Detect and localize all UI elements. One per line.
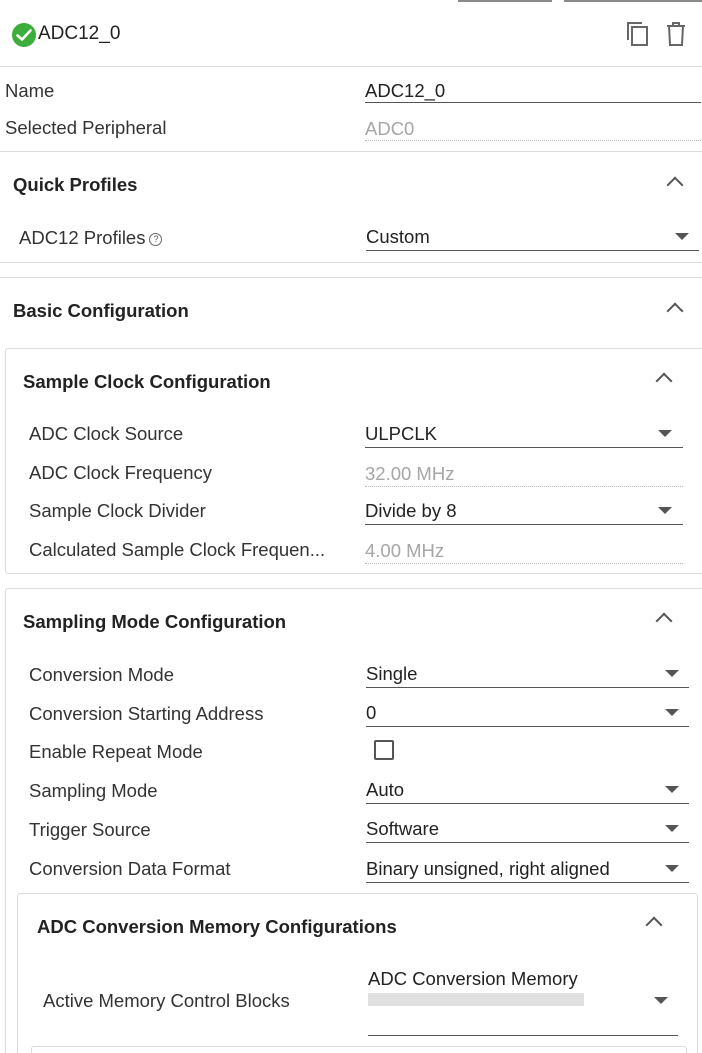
divider (0, 277, 702, 278)
clock-source-underline (365, 447, 683, 448)
trigger-source-dropdown-icon[interactable] (665, 825, 679, 832)
trigger-source-select[interactable]: Software (366, 818, 439, 840)
module-title: ADC12_0 (38, 23, 121, 44)
status-check-icon (12, 23, 36, 47)
calculated-frequency-value: 4.00 MHz (365, 540, 445, 561)
conversion-mode-select[interactable]: Single (366, 663, 417, 685)
trigger-source-label: Trigger Source (29, 819, 151, 840)
sampling-mode-label: Sampling Mode (29, 780, 158, 801)
name-input[interactable]: ADC12_0 (365, 80, 445, 102)
sampling-mode-underline (366, 803, 689, 804)
calculated-frequency-label: Calculated Sample Clock Frequen... (29, 539, 326, 560)
peripheral-label: Selected Peripheral (5, 117, 167, 138)
quick-profiles-title: Quick Profiles (13, 174, 138, 195)
repeat-mode-checkbox[interactable] (374, 740, 394, 760)
peripheral-value: ADC0 (365, 118, 415, 139)
start-address-label: Conversion Starting Address (29, 703, 264, 724)
divider (0, 262, 702, 263)
adc12-profiles-dropdown-icon[interactable] (675, 233, 689, 240)
active-blocks-select[interactable]: ADC Conversion Memory (368, 968, 578, 990)
clock-divider-dropdown-icon[interactable] (658, 507, 672, 514)
copy-icon[interactable] (624, 20, 652, 48)
data-format-select[interactable]: Binary unsigned, right aligned (366, 858, 610, 880)
start-address-dropdown-icon[interactable] (665, 709, 679, 716)
clock-source-select[interactable]: ULPCLK (365, 423, 437, 445)
memory-sub-card (31, 1046, 687, 1053)
conversion-mode-label: Conversion Mode (29, 664, 174, 685)
adc12-profiles-label: ADC12 Profiles? (19, 227, 163, 249)
adc12-profiles-select[interactable]: Custom (366, 226, 430, 248)
divider (0, 151, 702, 152)
trigger-source-underline (366, 842, 689, 843)
module-header: ADC12_0 (0, 0, 702, 67)
delete-icon[interactable] (664, 20, 688, 48)
help-icon[interactable]: ? (149, 232, 163, 246)
clock-frequency-label: ADC Clock Frequency (29, 462, 213, 483)
clock-divider-underline (365, 524, 683, 525)
clock-divider-select[interactable]: Divide by 8 (365, 500, 457, 522)
clock-divider-label: Sample Clock Divider (29, 500, 206, 521)
data-format-dropdown-icon[interactable] (665, 865, 679, 872)
clock-frequency-value: 32.00 MHz (365, 463, 455, 484)
clock-frequency-underline (365, 486, 683, 487)
active-blocks-dropdown-icon[interactable] (654, 997, 668, 1004)
adc12-profiles-label-text: ADC12 Profiles (19, 227, 146, 248)
clock-source-label: ADC Clock Source (29, 423, 184, 444)
basic-configuration-title: Basic Configuration (13, 300, 189, 321)
adc12-profiles-underline (366, 250, 699, 251)
sampling-mode-title: Sampling Mode Configuration (23, 611, 287, 632)
quick-profiles-collapse-icon[interactable] (666, 176, 684, 194)
conversion-mode-underline (366, 687, 689, 688)
conversion-mode-dropdown-icon[interactable] (665, 670, 679, 677)
basic-configuration-collapse-icon[interactable] (666, 302, 684, 320)
start-address-select[interactable]: 0 (366, 702, 376, 724)
memory-config-title: ADC Conversion Memory Configurations (37, 916, 397, 937)
sampling-mode-dropdown-icon[interactable] (665, 786, 679, 793)
calculated-frequency-underline (365, 563, 683, 564)
start-address-underline (366, 726, 689, 727)
active-blocks-underline (368, 1035, 678, 1036)
active-blocks-chip (368, 993, 584, 1006)
data-format-label: Conversion Data Format (29, 858, 231, 879)
active-blocks-label: Active Memory Control Blocks (43, 990, 290, 1011)
data-format-underline (366, 882, 689, 883)
clock-source-dropdown-icon[interactable] (658, 430, 672, 437)
sampling-mode-select[interactable]: Auto (366, 779, 404, 801)
peripheral-underline (365, 140, 701, 141)
name-label: Name (5, 80, 55, 101)
name-input-underline (365, 102, 701, 103)
repeat-mode-label: Enable Repeat Mode (29, 741, 203, 762)
sample-clock-title: Sample Clock Configuration (23, 371, 271, 392)
